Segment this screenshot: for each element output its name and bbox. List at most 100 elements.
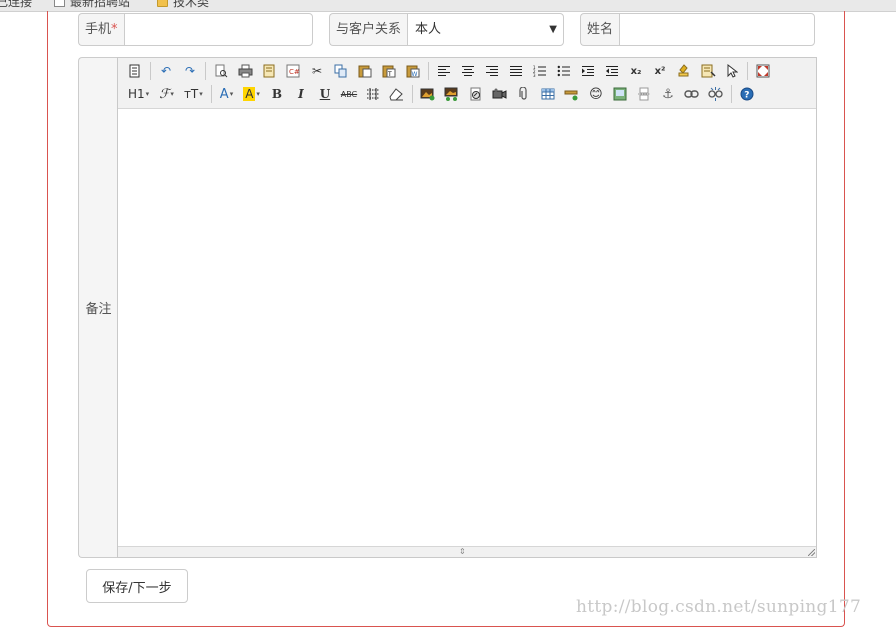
toolbar-separator bbox=[747, 62, 748, 80]
name-input[interactable] bbox=[619, 13, 815, 46]
redo-icon[interactable]: ↷ bbox=[179, 61, 201, 81]
select-all-icon[interactable] bbox=[697, 61, 719, 81]
eraser-icon[interactable] bbox=[386, 84, 408, 104]
resize-corner-icon[interactable] bbox=[808, 549, 815, 556]
svg-text:C#: C# bbox=[289, 68, 300, 76]
fullscreen-icon[interactable] bbox=[752, 61, 774, 81]
underline-button[interactable]: U bbox=[314, 84, 336, 104]
font-family-icon: ℱ bbox=[159, 86, 170, 102]
name-group: 姓名 bbox=[580, 13, 815, 46]
watermark: http://blog.csdn.net/sunping177 bbox=[576, 597, 862, 617]
toolbar-row-2: H1 ▾ ℱ ▾ тT ▾ A ▾ A ▾ B I U ABC 😊 ⚓ ? bbox=[124, 83, 760, 105]
help-icon[interactable]: ? bbox=[736, 84, 758, 104]
bold-button[interactable]: B bbox=[266, 84, 288, 104]
relation-selected-value: 本人 bbox=[415, 22, 442, 37]
toolbar-separator bbox=[730, 85, 732, 103]
toolbar-separator bbox=[150, 62, 151, 80]
phone-label-text: 手机 bbox=[85, 22, 112, 37]
dropdown-caret-icon: ▾ bbox=[170, 90, 174, 98]
undo-icon[interactable]: ↶ bbox=[155, 61, 177, 81]
font-color-label: A bbox=[219, 86, 229, 102]
dropdown-caret-icon: ▾ bbox=[145, 90, 150, 98]
paste-icon[interactable] bbox=[354, 61, 376, 81]
code-icon[interactable]: C# bbox=[282, 61, 304, 81]
toolbar-row-1: ↶ ↷ C# ✂ T W 1 2 3 x₂ x² bbox=[124, 60, 776, 82]
attachment-icon[interactable] bbox=[513, 84, 535, 104]
svg-text:T: T bbox=[387, 71, 392, 78]
unlink-icon[interactable] bbox=[705, 84, 727, 104]
table-icon[interactable] bbox=[537, 84, 559, 104]
align-center-icon[interactable] bbox=[457, 61, 479, 81]
phone-label: 手机* bbox=[78, 13, 124, 46]
select-pointer-icon[interactable] bbox=[721, 61, 743, 81]
copy-icon[interactable] bbox=[330, 61, 352, 81]
toolbar-separator bbox=[210, 85, 212, 103]
phone-group: 手机* bbox=[78, 13, 313, 46]
bookmark-folder[interactable]: 技术类 bbox=[157, 0, 209, 10]
unordered-list-icon[interactable] bbox=[553, 61, 575, 81]
save-next-button[interactable]: 保存/下一步 bbox=[86, 569, 188, 603]
video-icon[interactable] bbox=[489, 84, 511, 104]
relation-select[interactable]: 本人 ▼ bbox=[407, 13, 564, 46]
paste-word-icon[interactable]: W bbox=[402, 61, 424, 81]
bookmark-item[interactable]: 己连接 bbox=[0, 0, 32, 10]
editor-content-area[interactable] bbox=[118, 109, 816, 546]
source-icon[interactable] bbox=[124, 61, 146, 81]
superscript-icon[interactable]: x² bbox=[649, 61, 671, 81]
resize-grip-icon[interactable]: ⇕ bbox=[459, 547, 466, 557]
multi-image-icon[interactable] bbox=[441, 84, 463, 104]
bookmark-label: 技术类 bbox=[173, 0, 210, 9]
image-icon[interactable] bbox=[417, 84, 439, 104]
template-icon[interactable] bbox=[258, 61, 280, 81]
cut-icon[interactable]: ✂ bbox=[306, 61, 328, 81]
relation-label: 与客户关系 bbox=[329, 13, 408, 46]
align-justify-icon[interactable] bbox=[505, 61, 527, 81]
map-icon[interactable] bbox=[609, 84, 631, 104]
emoticon-icon[interactable]: 😊 bbox=[585, 84, 607, 104]
indent-icon[interactable] bbox=[577, 61, 599, 81]
font-size-label: тT bbox=[183, 87, 199, 101]
svg-text:W: W bbox=[412, 71, 418, 78]
preview-icon[interactable] bbox=[210, 61, 232, 81]
horizontal-rule-icon[interactable] bbox=[561, 84, 583, 104]
anchor-icon[interactable]: ⚓ bbox=[657, 84, 679, 104]
line-height-icon[interactable] bbox=[362, 84, 384, 104]
strikethrough-button[interactable]: ABC bbox=[338, 84, 360, 104]
required-mark: * bbox=[111, 22, 118, 37]
highlight-dropdown[interactable]: A ▾ bbox=[239, 84, 264, 104]
dropdown-arrow-icon: ▼ bbox=[549, 24, 557, 35]
page-icon bbox=[54, 0, 65, 7]
svg-text:3: 3 bbox=[533, 73, 536, 77]
align-right-icon[interactable] bbox=[481, 61, 503, 81]
font-color-dropdown[interactable]: A ▾ bbox=[216, 84, 237, 104]
outdent-icon[interactable] bbox=[601, 61, 623, 81]
folder-icon bbox=[157, 0, 168, 7]
subscript-icon[interactable]: x₂ bbox=[625, 61, 647, 81]
bookmark-label: 最新招聘站 bbox=[70, 0, 131, 9]
heading-dropdown[interactable]: H1 ▾ bbox=[124, 84, 153, 104]
heading-label: H1 bbox=[128, 87, 145, 101]
bookmark-item[interactable]: 最新招聘站 bbox=[54, 0, 130, 10]
align-left-icon[interactable] bbox=[433, 61, 455, 81]
link-icon[interactable] bbox=[681, 84, 703, 104]
paste-text-icon[interactable]: T bbox=[378, 61, 400, 81]
relation-group: 与客户关系 本人 ▼ bbox=[329, 13, 564, 46]
rich-text-editor: ↶ ↷ C# ✂ T W 1 2 3 x₂ x² H1 ▾ ℱ ▾ тT ▾ A… bbox=[117, 57, 817, 558]
flash-icon[interactable] bbox=[465, 84, 487, 104]
italic-button[interactable]: I bbox=[290, 84, 312, 104]
bookmark-label: 己连接 bbox=[0, 0, 33, 9]
toolbar-separator bbox=[205, 62, 206, 80]
ordered-list-icon[interactable]: 123 bbox=[529, 61, 551, 81]
clear-format-icon[interactable] bbox=[673, 61, 695, 81]
font-family-dropdown[interactable]: ℱ ▾ bbox=[155, 84, 178, 104]
print-icon[interactable] bbox=[234, 61, 256, 81]
dropdown-caret-icon: ▾ bbox=[256, 90, 260, 98]
highlight-label: A bbox=[243, 87, 256, 101]
font-size-dropdown[interactable]: тT ▾ bbox=[180, 84, 207, 104]
remark-label: 备注 bbox=[78, 57, 118, 558]
phone-input[interactable] bbox=[123, 13, 313, 46]
dropdown-caret-icon: ▾ bbox=[229, 90, 234, 98]
editor-toolbar: ↶ ↷ C# ✂ T W 1 2 3 x₂ x² H1 ▾ ℱ ▾ тT ▾ A… bbox=[118, 58, 816, 109]
page-break-icon[interactable] bbox=[633, 84, 655, 104]
name-label: 姓名 bbox=[580, 13, 620, 46]
